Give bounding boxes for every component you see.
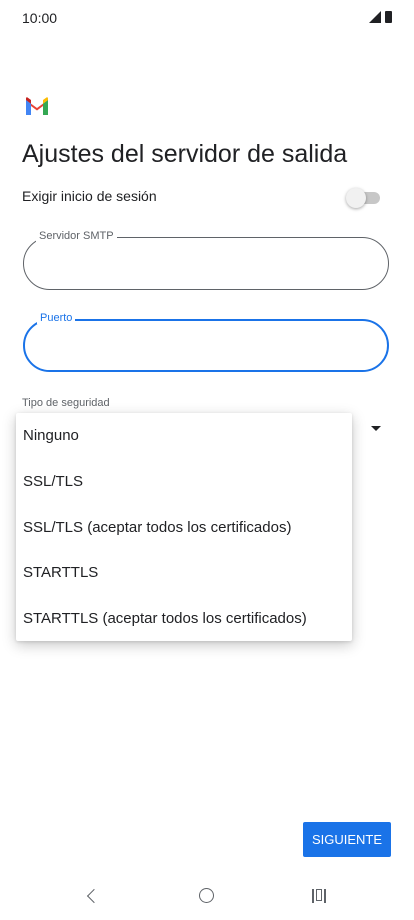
back-icon[interactable]	[86, 888, 102, 904]
menu-item-starttls-all-certs[interactable]: STARTTLS (aceptar todos los certificados…	[16, 596, 352, 642]
menu-item-starttls[interactable]: STARTTLS	[16, 550, 352, 596]
require-login-row[interactable]: Exigir inicio de sesión	[22, 184, 382, 212]
recents-icon[interactable]	[312, 889, 326, 903]
security-type-label: Tipo de seguridad	[22, 397, 110, 409]
port-field[interactable]: Puerto	[23, 312, 389, 372]
security-type-menu: Ninguno SSL/TLS SSL/TLS (aceptar todos l…	[16, 413, 352, 641]
smtp-server-field[interactable]: Servidor SMTP	[23, 230, 389, 290]
smtp-server-input[interactable]	[40, 252, 374, 278]
require-login-label: Exigir inicio de sesión	[22, 188, 157, 204]
page-title: Ajustes del servidor de salida	[22, 140, 348, 168]
menu-item-ssl-tls[interactable]: SSL/TLS	[16, 459, 352, 505]
next-button[interactable]: SIGUIENTE	[303, 822, 391, 857]
dropdown-arrow-icon[interactable]	[371, 426, 381, 431]
battery-icon	[385, 11, 392, 23]
status-bar: 10:00	[0, 0, 414, 36]
status-icons	[369, 11, 392, 23]
toggle-knob[interactable]	[346, 188, 366, 208]
menu-item-label: Ninguno	[23, 427, 79, 444]
home-icon[interactable]	[199, 888, 214, 903]
port-label: Puerto	[37, 312, 76, 324]
require-login-toggle[interactable]	[346, 188, 380, 208]
menu-item-label: SSL/TLS (aceptar todos los certificados)	[23, 519, 292, 536]
menu-item-label: STARTTLS (aceptar todos los certificados…	[23, 610, 307, 627]
status-time: 10:00	[22, 10, 58, 26]
menu-item-label: STARTTLS	[23, 564, 99, 581]
menu-item-ninguno[interactable]: Ninguno	[16, 413, 352, 459]
navigation-bar	[0, 870, 414, 920]
signal-icon	[369, 11, 381, 23]
gmail-logo-icon	[26, 97, 48, 115]
port-input[interactable]	[41, 335, 375, 361]
smtp-server-label: Servidor SMTP	[36, 230, 117, 242]
menu-item-ssl-tls-all-certs[interactable]: SSL/TLS (aceptar todos los certificados)	[16, 505, 352, 551]
menu-item-label: SSL/TLS	[23, 473, 84, 490]
